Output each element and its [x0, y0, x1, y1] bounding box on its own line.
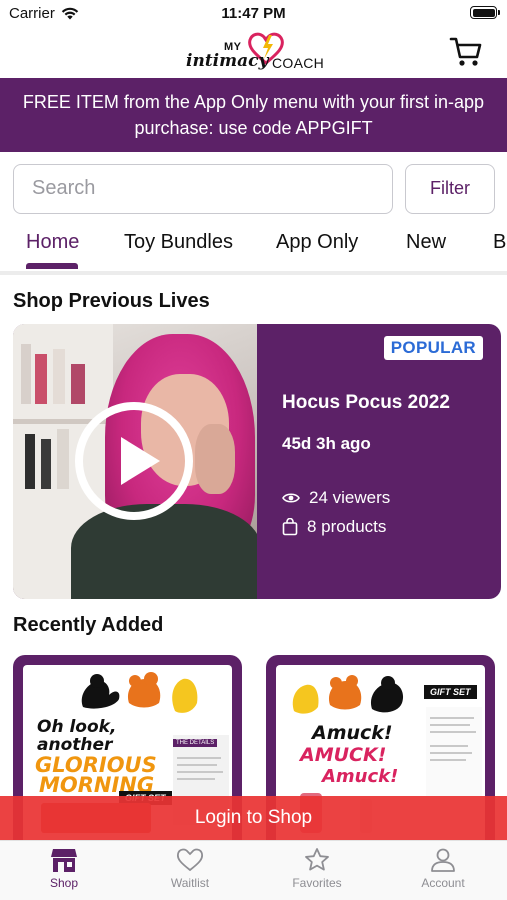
shopping-bag-icon — [282, 518, 298, 536]
login-to-shop-button[interactable]: Login to Shop — [0, 796, 507, 840]
previous-lives-heading: Shop Previous Lives — [13, 290, 210, 312]
shop-icon — [51, 849, 77, 872]
brand-logo[interactable]: MY intimacy COACH — [186, 32, 326, 76]
cart-icon[interactable] — [449, 36, 483, 68]
filter-button[interactable]: Filter — [405, 164, 495, 214]
live-video-card[interactable]: POPULAR Hocus Pocus 2022 45d 3h ago 24 v… — [13, 324, 501, 599]
tab-be[interactable]: Be — [493, 231, 507, 254]
search-input[interactable]: Search — [13, 164, 393, 214]
product-details-label: THE DETAILS — [173, 739, 218, 747]
promo-text: FREE ITEM from the App Only menu with yo… — [22, 92, 485, 138]
live-viewers: 24 viewers — [282, 488, 390, 508]
tabbar-favorites-label: Favorites — [292, 876, 342, 890]
live-info-panel: POPULAR Hocus Pocus 2022 45d 3h ago 24 v… — [257, 324, 501, 599]
tab-app-only[interactable]: App Only — [276, 231, 358, 254]
live-title: Hocus Pocus 2022 — [282, 392, 450, 413]
star-icon — [305, 848, 329, 871]
tabbar-favorites[interactable]: Favorites — [267, 847, 367, 890]
category-tabs: Home Toy Bundles App Only New Be — [0, 225, 507, 273]
promo-banner[interactable]: FREE ITEM from the App Only menu with yo… — [0, 78, 507, 152]
product-line-1: Oh look, — [37, 717, 117, 737]
status-time: 11:47 PM — [221, 5, 286, 22]
product-line-2: another — [37, 735, 113, 755]
app-header: MY intimacy COACH — [0, 28, 507, 78]
active-tab-indicator — [26, 263, 78, 269]
live-time-ago: 45d 3h ago — [282, 434, 371, 453]
popular-badge: POPULAR — [383, 336, 483, 360]
live-products: 8 products — [282, 517, 386, 537]
tabbar-account-label: Account — [421, 876, 465, 890]
tab-home[interactable]: Home — [26, 231, 79, 254]
tabbar-shop[interactable]: Shop — [14, 847, 114, 890]
viewers-count: 24 viewers — [309, 488, 391, 507]
tab-toy-bundles[interactable]: Toy Bundles — [124, 231, 233, 254]
gift-set-tag: GIFT SET — [424, 685, 477, 699]
thumbnail-hand — [195, 424, 235, 494]
status-bar: Carrier 11:47 PM — [0, 0, 507, 28]
tabs-divider — [0, 271, 507, 275]
live-video-thumbnail[interactable] — [13, 324, 257, 599]
logo-coach-text: COACH — [272, 55, 325, 71]
tab-new[interactable]: New — [406, 231, 446, 254]
logo-intimacy-text: intimacy — [186, 51, 269, 71]
recently-added-heading: Recently Added — [13, 614, 164, 636]
eye-icon — [282, 493, 300, 503]
bottom-tab-bar: Shop Waitlist Favorites Account — [0, 840, 507, 900]
tabbar-waitlist-label: Waitlist — [170, 876, 210, 890]
tabbar-shop-label: Shop — [49, 876, 79, 890]
product-line-2: AMUCK! — [300, 744, 387, 766]
witch-hats-icon — [292, 675, 404, 714]
search-row: Search Filter — [13, 164, 495, 214]
tabbar-waitlist[interactable]: Waitlist — [140, 847, 240, 890]
play-icon[interactable] — [74, 401, 194, 521]
battery-icon — [470, 6, 500, 19]
witch-hats-icon — [81, 672, 198, 713]
product-line-3: Amuck! — [322, 766, 399, 787]
product-line-1: Amuck! — [312, 722, 393, 744]
heart-icon — [176, 848, 204, 872]
products-count: 8 products — [307, 517, 387, 536]
person-icon — [431, 848, 455, 872]
tabbar-account[interactable]: Account — [393, 847, 493, 890]
